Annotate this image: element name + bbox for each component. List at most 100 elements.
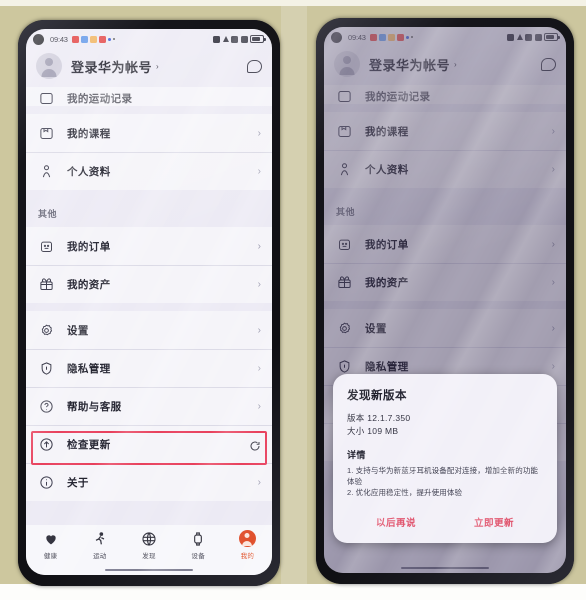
phone-bezel-right: 09:43 登录华为帐号 › 我的运动记录 我的课程 › 个人资料 › 其他 我… [316, 18, 574, 584]
chevron-right-icon: › [156, 61, 159, 71]
dialog-size-line: 大小 109 MB [347, 426, 399, 437]
list-item-label: 设置 [67, 324, 89, 337]
chevron-right-icon: › [257, 363, 261, 374]
status-bar-time: 09:43 [50, 34, 68, 44]
user-avatar-icon [238, 530, 256, 547]
chevron-right-icon: › [257, 324, 261, 336]
list-item-my-orders[interactable]: 我的订单 › [26, 227, 272, 265]
status-bar-notification-icons [71, 35, 115, 43]
arrow-up-circle-icon [38, 437, 54, 453]
watch-icon [190, 530, 207, 547]
list-item-about[interactable]: 关于 › [26, 463, 272, 501]
chevron-right-icon: › [257, 477, 261, 488]
list-item-label: 我的资产 [67, 279, 111, 291]
message-bubble-icon[interactable] [247, 59, 262, 73]
bluetooth-icon [213, 35, 220, 43]
update-now-button[interactable]: 立即更新 [445, 511, 543, 533]
list-item-label: 关于 [67, 477, 89, 489]
heart-icon [42, 530, 59, 547]
dialog-actions: 以后再说 立即更新 [347, 511, 543, 535]
dialog-details: 1. 支持与华为新蓝牙耳机设备配对连接，增加全新的功能体验 2. 优化应用稳定性… [347, 466, 543, 499]
background-bottom-edge [0, 584, 586, 600]
settings-list: 我的运动记录 我的课程 › 个人资料 › 其他 我的订单 › 我的资产 › 设置… [26, 87, 272, 501]
list-item-label: 帮助与客服 [67, 401, 122, 413]
chevron-right-icon: › [257, 127, 261, 139]
volume-icon [222, 36, 229, 42]
list-item-label: 隐私管理 [67, 363, 111, 375]
orange-app-icon [89, 35, 97, 43]
list-item-help[interactable]: 帮助与客服 › [26, 387, 272, 425]
tab-label: 设备 [191, 553, 205, 560]
status-bar: 09:43 [26, 29, 272, 49]
dialog-detail-line-1: 1. 支持与华为新蓝牙耳机设备配对连接，增加全新的功能体验 [347, 466, 539, 487]
red-app-icon [98, 35, 106, 43]
list-card-other: 我的订单 › 我的资产 › [26, 227, 272, 303]
list-item-my-courses[interactable]: 我的课程 › [26, 114, 272, 152]
phone-right: 09:43 登录华为帐号 › 我的运动记录 我的课程 › 个人资料 › 其他 我… [316, 18, 574, 584]
home-indicator[interactable] [105, 568, 193, 571]
background-seam [281, 0, 307, 600]
gift-icon [38, 277, 54, 293]
status-bar-system-icons [213, 35, 266, 43]
list-card-clipped: 我的运动记录 [26, 87, 272, 106]
background-top-edge [0, 0, 586, 6]
list-item-check-update[interactable]: 检查更新 [26, 425, 272, 463]
list-item-settings[interactable]: 设置 › [26, 311, 272, 349]
tab-mine[interactable]: 我的 [223, 530, 272, 560]
chevron-right-icon: › [257, 240, 261, 252]
page-title[interactable]: 登录华为帐号 [71, 57, 152, 76]
course-icon [38, 125, 54, 141]
gear-icon [38, 322, 54, 338]
list-card-personal: 我的课程 › 个人资料 › [26, 114, 272, 190]
phone-bezel-left: 09:43 登录华为帐号 › 我的运动记录 我的课程 › 个人资料 › 其他 我… [18, 20, 280, 586]
list-item-label: 个人资料 [67, 166, 111, 178]
signal-icon [240, 35, 248, 43]
question-circle-icon [38, 399, 54, 415]
list-item-personal-info[interactable]: 个人资料 › [26, 152, 272, 190]
list-item-privacy[interactable]: 隐私管理 › [26, 349, 272, 387]
chevron-right-icon: › [257, 166, 261, 177]
blue-app-icon [80, 35, 88, 43]
list-item[interactable]: 我的运动记录 [26, 87, 272, 106]
globe-icon [141, 530, 158, 547]
dialog-title: 发现新版本 [347, 390, 407, 403]
user-avatar-icon[interactable] [36, 53, 62, 79]
list-item-label: 检查更新 [67, 439, 111, 451]
blue-badge-icon [107, 37, 111, 41]
record-icon [38, 90, 54, 106]
bottom-tab-bar: 健康 运动 发现 设备 我的 [26, 525, 272, 575]
screenshot-stage: 09:43 登录华为帐号 › 我的运动记录 我的课程 › 个人资料 › 其他 我… [0, 0, 586, 600]
running-icon [91, 530, 108, 547]
dialog-version-line: 版本 12.1.7.350 [347, 413, 411, 424]
tab-discover[interactable]: 发现 [124, 530, 173, 560]
list-item-label: 我的订单 [67, 240, 111, 253]
order-icon [38, 238, 54, 254]
dialog-version-info: 版本 12.1.7.350 大小 109 MB [347, 412, 543, 438]
tab-exercise[interactable]: 运动 [75, 530, 124, 560]
phone-screen-right: 09:43 登录华为帐号 › 我的运动记录 我的课程 › 个人资料 › 其他 我… [324, 27, 566, 573]
tab-devices[interactable]: 设备 [174, 530, 223, 560]
heart-icon [71, 35, 79, 43]
tab-health[interactable]: 健康 [26, 530, 75, 560]
tab-label: 发现 [142, 553, 156, 560]
person-icon [38, 164, 54, 180]
list-item-my-assets[interactable]: 我的资产 › [26, 265, 272, 303]
tab-label: 健康 [43, 553, 58, 560]
chevron-right-icon: › [257, 401, 261, 412]
list-item-label: 我的运动记录 [67, 93, 133, 105]
dot-icon [112, 38, 115, 40]
later-button[interactable]: 以后再说 [347, 511, 445, 533]
refresh-icon[interactable] [249, 439, 261, 451]
tab-label: 我的 [240, 553, 255, 560]
section-header-other: 其他 [38, 209, 58, 219]
tab-label: 运动 [93, 553, 107, 560]
list-item-label: 我的课程 [67, 127, 111, 140]
phone-screen-left: 09:43 登录华为帐号 › 我的运动记录 我的课程 › 个人资料 › 其他 我… [26, 29, 272, 575]
dialog-details-label: 详情 [347, 450, 366, 461]
info-circle-icon [38, 475, 54, 491]
front-camera-punchhole [33, 33, 44, 45]
app-header: 登录华为帐号 › [26, 49, 272, 87]
list-card-settings: 设置 › 隐私管理 › [26, 311, 272, 501]
battery-icon [250, 35, 266, 43]
dialog-detail-line-2: 2. 优化应用稳定性，提升使用体验 [347, 488, 463, 498]
